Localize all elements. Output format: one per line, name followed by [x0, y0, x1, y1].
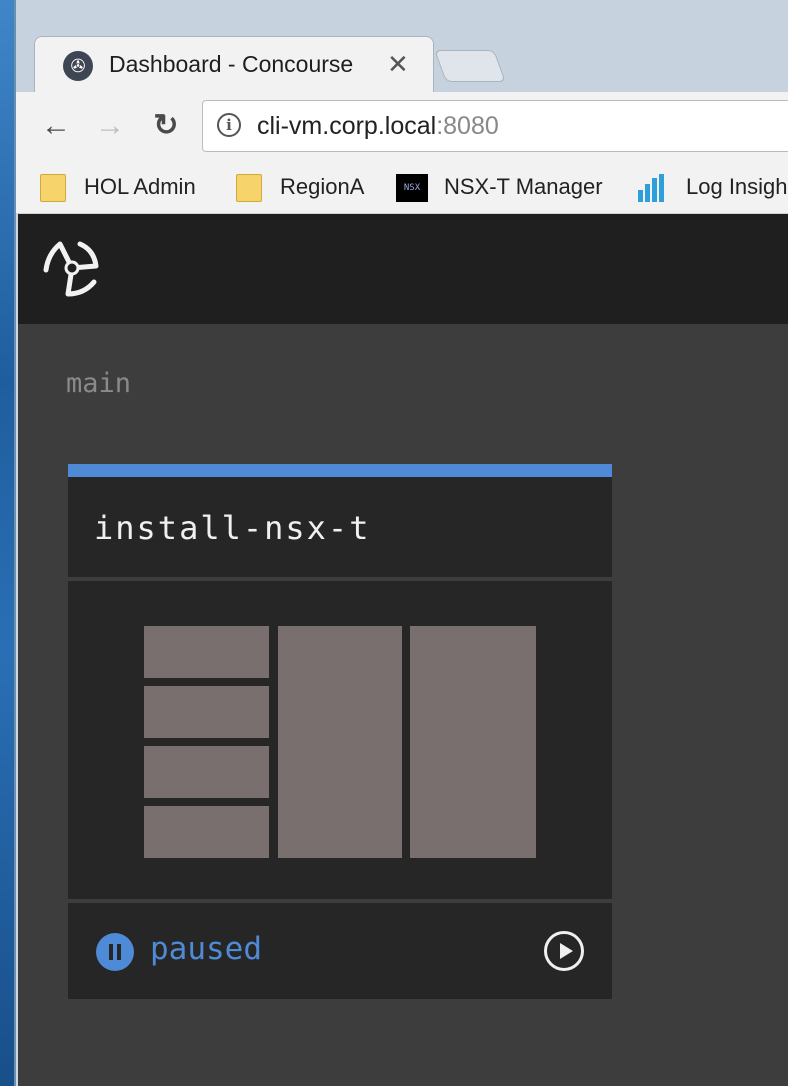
team-name: main: [66, 368, 132, 399]
browser-window: ✇ Dashboard - Concourse ✕ ← → ↻ i cli-vm…: [14, 0, 788, 1086]
tab-close-icon[interactable]: ✕: [387, 49, 409, 80]
bookmark-label: HOL Admin: [84, 174, 196, 199]
bar-chart-icon: [638, 174, 664, 202]
job-box: [278, 626, 402, 858]
pipeline-card-footer: paused: [68, 903, 612, 999]
pipeline-status-text: paused: [150, 931, 262, 967]
folder-icon: [40, 174, 66, 202]
concourse-logo-icon[interactable]: [40, 236, 104, 300]
concourse-top-bar: [18, 214, 788, 324]
address-bar[interactable]: i cli-vm.corp.local:8080: [202, 100, 788, 152]
tab-dashboard[interactable]: ✇ Dashboard - Concourse ✕: [34, 36, 434, 94]
job-box: [144, 746, 269, 798]
browser-toolbar: ← → ↻ i cli-vm.corp.local:8080: [16, 92, 788, 162]
job-box: [144, 686, 269, 738]
tab-strip: ✇ Dashboard - Concourse ✕: [16, 0, 788, 94]
pipeline-status-bar: [68, 464, 612, 477]
job-box: [144, 806, 269, 858]
pipeline-preview[interactable]: [68, 581, 612, 899]
reload-button[interactable]: ↻: [146, 106, 186, 146]
pipeline-card-header: install-nsx-t: [68, 477, 612, 577]
nsx-icon: NSX: [396, 174, 428, 202]
pipeline-name[interactable]: install-nsx-t: [94, 509, 370, 547]
unpause-play-button[interactable]: [544, 931, 584, 971]
concourse-favicon-icon: ✇: [63, 51, 93, 81]
new-tab-button[interactable]: [434, 50, 506, 82]
back-button[interactable]: ←: [36, 106, 76, 146]
bookmarks-bar: HOL Admin RegionA NSX NSX-T Manager Log …: [16, 162, 788, 214]
url-host: cli-vm.corp.local: [257, 112, 437, 140]
dashboard-main: main install-nsx-t paused: [18, 324, 788, 1086]
forward-button[interactable]: →: [90, 106, 130, 146]
job-box: [410, 626, 536, 858]
folder-icon: [236, 174, 262, 202]
pipeline-card[interactable]: install-nsx-t paused: [68, 464, 612, 1000]
bookmark-label: NSX-T Manager: [444, 174, 603, 199]
tab-title: Dashboard - Concourse: [109, 51, 354, 77]
bookmark-label: RegionA: [280, 174, 365, 199]
job-box: [144, 626, 269, 678]
url-text: cli-vm.corp.local:8080: [257, 112, 499, 141]
paused-status-icon: [96, 933, 134, 971]
bookmark-label: Log Insigh: [686, 174, 788, 199]
url-port: :8080: [436, 112, 499, 140]
site-info-icon[interactable]: i: [217, 113, 241, 137]
